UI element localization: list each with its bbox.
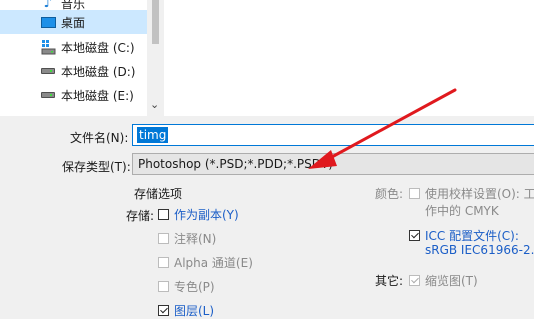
annotation-arrow-icon bbox=[308, 88, 457, 169]
